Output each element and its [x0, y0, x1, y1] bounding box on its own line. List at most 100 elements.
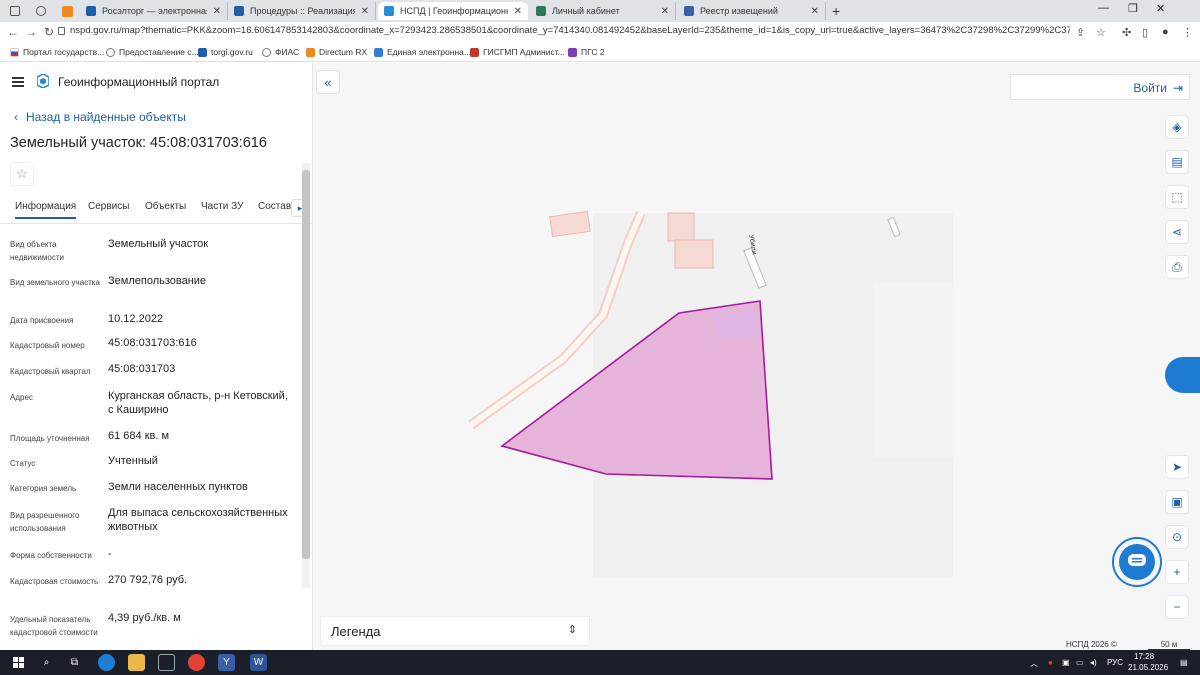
menu-kebab-icon[interactable]: ⋮ — [1182, 26, 1193, 39]
task-view-icon[interactable]: ⧉ — [66, 654, 83, 671]
layers-icon[interactable]: ◈ — [1165, 115, 1189, 139]
globe-icon — [106, 47, 115, 57]
login-label: Войти — [1133, 81, 1167, 95]
browser-tab-active[interactable]: НСПД | Геоинформационный п... ✕ — [378, 2, 528, 20]
locate-arrow-icon[interactable]: ➤ — [1165, 455, 1189, 479]
new-tab-button[interactable]: + — [832, 3, 840, 19]
bookmark-item[interactable]: Портал государств... — [10, 47, 104, 57]
pinned-tab-1[interactable] — [4, 3, 26, 19]
tab-title: Росэлторг — электронная торг... — [102, 6, 207, 16]
forward-arrow-icon[interactable]: → — [22, 25, 40, 39]
map-canvas[interactable]: Убили — [313, 63, 1200, 650]
zoom-in-button[interactable]: + — [1165, 560, 1189, 584]
notifications-icon[interactable]: ▤ — [1180, 658, 1188, 667]
reload-icon[interactable]: ↻ — [40, 25, 58, 39]
browser-tab[interactable]: Реестр извещений ✕ — [678, 2, 826, 20]
edge-icon[interactable] — [98, 654, 115, 671]
search-icon[interactable]: ⌕ — [38, 654, 55, 671]
select-area-icon[interactable]: ⬚ — [1165, 185, 1189, 209]
prop-label: Статус — [10, 459, 36, 468]
restore-icon[interactable]: ❐ — [1128, 2, 1138, 15]
object-title: Земельный участок: 45:08:031703:616 — [10, 135, 267, 151]
file-explorer-icon[interactable] — [128, 654, 145, 671]
close-tab-icon[interactable]: ✕ — [361, 6, 369, 17]
keyboard-language[interactable]: РУС — [1107, 658, 1123, 667]
pinned-tab-2[interactable] — [30, 3, 52, 19]
tab-composition[interactable]: Состав — [258, 201, 291, 212]
ruler-icon[interactable]: ▤ — [1165, 150, 1189, 174]
bookmark-item[interactable]: torgi.gov.ru — [198, 47, 253, 57]
yandex-icon[interactable]: Y — [218, 654, 235, 671]
close-tab-icon[interactable]: ✕ — [514, 6, 522, 17]
hamburger-menu-icon[interactable] — [12, 77, 24, 87]
close-tab-icon[interactable]: ✕ — [661, 6, 669, 17]
site-favicon-icon — [684, 6, 694, 16]
chrome-icon[interactable] — [188, 654, 205, 671]
favorite-star-icon[interactable]: ☆ — [10, 162, 34, 186]
tab-services[interactable]: Сервисы — [88, 201, 129, 212]
back-arrow-icon[interactable]: ← — [4, 25, 22, 39]
back-to-results-link[interactable]: ‹ Назад в найденные объекты — [14, 110, 186, 124]
start-windows-icon[interactable] — [10, 654, 27, 671]
browser-tab[interactable]: Росэлторг — электронная торг... ✕ — [80, 2, 228, 20]
prop-label: Кадастровый квартал — [10, 367, 91, 376]
tray-app-icon[interactable]: ▣ — [1062, 658, 1070, 667]
zoom-out-button[interactable]: − — [1165, 595, 1189, 619]
bookmark-star-icon[interactable]: ☆ — [1096, 26, 1106, 39]
map-view-icon[interactable]: ▣ — [1165, 490, 1189, 514]
tab-parts[interactable]: Части ЗУ — [201, 201, 243, 212]
page-icon — [10, 6, 20, 16]
word-icon[interactable]: W — [250, 654, 267, 671]
volume-icon[interactable]: ◂) — [1090, 658, 1097, 667]
login-button[interactable]: Войти ⇥ — [1010, 74, 1190, 100]
tab-title: Личный кабинет — [552, 6, 620, 16]
bookmark-item[interactable]: ГИСГМП Админист... — [470, 47, 565, 57]
url-field[interactable]: nspd.gov.ru/map?thematic=PKK&zoom=16.606… — [70, 25, 1070, 36]
prop-value: 270 792,76 руб. — [108, 574, 188, 586]
tab-info[interactable]: Информация — [15, 201, 77, 219]
close-tab-icon[interactable]: ✕ — [811, 6, 819, 17]
browser-tab[interactable]: Процедуры :: Реализация госим... ✕ — [228, 2, 376, 20]
building-shape — [549, 210, 591, 238]
print-icon[interactable]: ⎙ — [1165, 255, 1189, 279]
back-link-label: Назад в найденные объекты — [26, 110, 186, 124]
site-favicon-icon — [234, 6, 244, 16]
tab-objects[interactable]: Объекты — [145, 201, 186, 212]
share-icon[interactable]: ⋖ — [1165, 220, 1189, 244]
tray-app-icon[interactable]: ● — [1048, 658, 1053, 667]
app-icon[interactable] — [158, 654, 175, 671]
bookmark-item[interactable]: ПГС 2 — [568, 47, 605, 57]
browser-tab[interactable]: Личный кабинет ✕ — [530, 2, 676, 20]
side-widget-badge[interactable] — [1165, 357, 1200, 393]
close-tab-icon[interactable]: ✕ — [213, 6, 221, 17]
share-icon[interactable]: ⇪ — [1076, 26, 1085, 39]
bookmark-item[interactable]: Directum RX — [306, 47, 367, 57]
prop-label: Категория земель — [10, 484, 77, 493]
window-close-icon[interactable]: ✕ — [1156, 2, 1165, 15]
clock-time[interactable]: 17:28 — [1134, 652, 1154, 661]
extensions-icon[interactable]: ✣ — [1122, 26, 1131, 39]
torgi-icon — [198, 47, 207, 57]
chat-button[interactable] — [1112, 537, 1162, 587]
prop-value: - — [108, 548, 112, 560]
collapse-panel-button[interactable]: « — [316, 70, 340, 94]
pin-location-icon[interactable]: ⊙ — [1165, 525, 1189, 549]
network-icon[interactable]: ▭ — [1076, 658, 1084, 667]
pinned-tab-3[interactable] — [56, 3, 78, 19]
prop-value: 45:08:031703 — [108, 363, 176, 375]
minimize-icon[interactable]: — — [1098, 2, 1109, 14]
panel-scrollbar-thumb[interactable] — [302, 170, 310, 559]
clock-date[interactable]: 21.05.2026 — [1128, 663, 1168, 672]
chat-bubble-icon — [1128, 554, 1146, 566]
sidebar-icon[interactable]: ▯ — [1142, 26, 1148, 39]
tray-chevron-icon[interactable]: ︿ — [1030, 658, 1038, 669]
bookmark-item[interactable]: Предоставление с... — [106, 47, 199, 57]
profile-icon[interactable]: ● — [1162, 26, 1169, 38]
bookmark-item[interactable]: ФИАС — [262, 47, 299, 57]
bookmark-item[interactable]: Единая электронна... — [374, 47, 471, 57]
legend-panel[interactable]: Легенда ⇕ — [320, 616, 590, 646]
prop-value: Для выпаса сельскохозяйственных животных — [108, 507, 288, 533]
prop-value: 45:08:031703:616 — [108, 337, 197, 349]
map-scale: 50 м — [1148, 640, 1190, 650]
tab-title: НСПД | Геоинформационный п... — [400, 6, 508, 16]
